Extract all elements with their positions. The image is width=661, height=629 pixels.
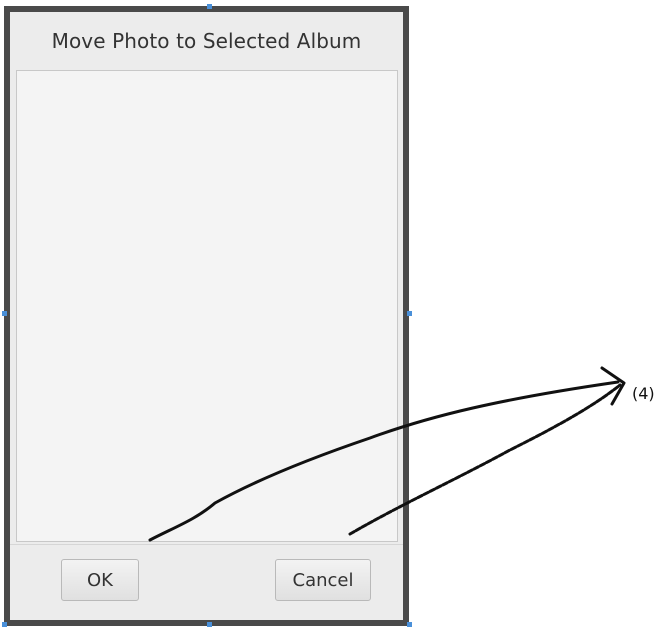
- annotation-arrow-from-cancel: [348, 383, 622, 536]
- annotation-label: (4): [632, 384, 655, 403]
- annotation-arrowhead-icon: [600, 366, 626, 406]
- annotation-drawing: [148, 366, 626, 542]
